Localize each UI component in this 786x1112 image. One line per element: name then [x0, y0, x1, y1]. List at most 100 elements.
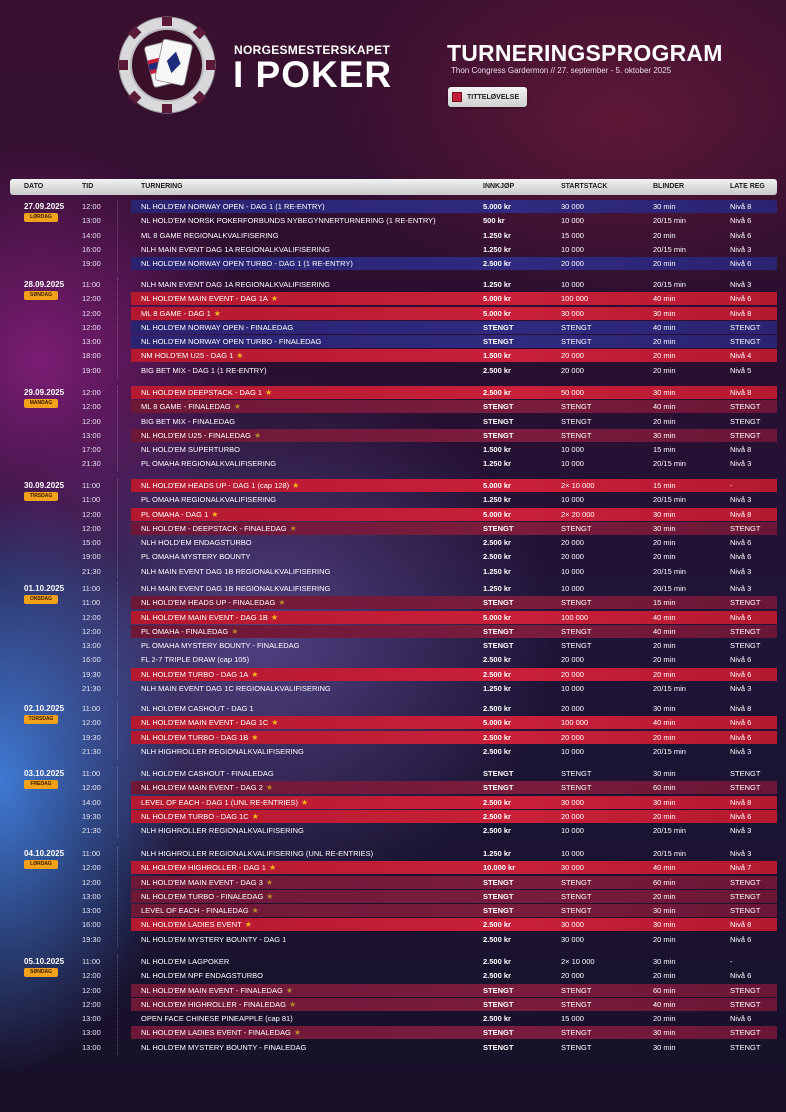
blinds-cell-text: 30 min [653, 523, 676, 533]
startstack-cell-text: STENGT [561, 1042, 592, 1052]
table-row: 21:30 NLH MAIN EVENT DAG 1C REGIONALKVALI… [0, 682, 786, 695]
tournament-cell: ML 8 GAME - DAG 1 ★ [141, 309, 221, 318]
blinds-cell: 40 min [653, 613, 676, 622]
late-reg-cell: Nivå 3 [730, 459, 751, 468]
tournament-cell-text: NL HOLD'EM NORWAY OPEN - DAG 1 (1 RE-ENT… [141, 202, 325, 211]
blinds-cell: 30 min [653, 309, 676, 318]
buyin-cell: 2.500 kr [483, 826, 511, 835]
table-row: 13:00 NL HOLD'EM NORWAY OPEN TURBO - FINA… [0, 335, 786, 348]
startstack-cell-text: 2× 10 000 [561, 957, 595, 966]
tournament-cell-text: NL HOLD'EM LADIES EVENT [141, 920, 242, 930]
late-reg-cell-text: Nivå 6 [730, 230, 752, 240]
buyin-cell: 5.000 kr [483, 510, 511, 519]
tournament-cell: NL HOLD'EM U25 - FINALEDAG ★ [141, 431, 261, 440]
startstack-cell: STENGT [561, 323, 591, 332]
buyin-cell: 2.500 kr [483, 747, 511, 756]
blinds-cell: 40 min [653, 323, 676, 332]
table-row: 12:00 NL HOLD'EM MAIN EVENT - DAG 3 ★ STENG… [0, 875, 786, 889]
startstack-cell: STENGT [561, 769, 591, 778]
blinds-cell-text: 30 min [653, 957, 676, 966]
startstack-cell-text: 20 000 [561, 365, 584, 375]
tournament-cell-text: NL HOLD'EM HIGHROLLER - FINALEDAG [141, 999, 286, 1009]
time-cell-text: 11:00 [82, 957, 101, 966]
buyin-cell-text: 2.500 kr [483, 365, 511, 375]
time-cell: 16:00 [82, 245, 101, 254]
time-cell-text: 12:00 [82, 783, 101, 793]
table-row: 21:30 PL OMAHA REGIONALKVALIFISERING 1.250… [0, 457, 786, 470]
tournament-cell-text: PL OMAHA - FINALEDAG [141, 626, 229, 636]
late-reg-cell: Nivå 6 [730, 259, 751, 268]
table-row: 16:00 NLH MAIN EVENT DAG 1A REGIONALKVALI… [0, 243, 786, 256]
startstack-cell-text: 100 000 [561, 294, 589, 304]
time-cell: 14:00 [82, 231, 101, 240]
time-cell: 14:00 [82, 798, 101, 807]
time-cell-text: 11:00 [82, 849, 101, 858]
buyin-cell-text: STENGT [483, 322, 514, 332]
table-row: 16:00 FL 2-7 TRIPLE DRAW (cap 105) 2.500 k… [0, 653, 786, 666]
startstack-cell: 20 000 [561, 259, 584, 268]
startstack-cell: 10 000 [561, 584, 584, 593]
tournament-cell: NL HOLD'EM NORWAY OPEN - DAG 1 (1 RE-ENT… [141, 202, 325, 211]
late-reg-cell-text: Nivå 8 [730, 797, 752, 807]
blinds-cell-text: 30 min [653, 1028, 676, 1038]
star-icon: ★ [231, 626, 239, 636]
blinds-cell-text: 40 min [653, 322, 676, 332]
tournament-cell-text: NLH MAIN EVENT DAG 1A REGIONALKVALIFISER… [141, 244, 330, 254]
blinds-cell-text: 20 min [653, 811, 676, 821]
buyin-cell: 2.500 kr [483, 388, 511, 397]
tournament-cell: PL OMAHA - FINALEDAG ★ [141, 627, 238, 636]
startstack-cell: STENGT [561, 337, 591, 346]
late-reg-cell-text: Nivå 3 [730, 826, 752, 835]
time-cell: 12:00 [82, 718, 101, 727]
time-cell: 11:00 [82, 769, 100, 778]
startstack-cell: 30 000 [561, 863, 584, 872]
late-reg-cell-text: Nivå 5 [730, 365, 752, 375]
late-reg-cell-text: Nivå 3 [730, 280, 752, 289]
star-icon: ★ [211, 509, 219, 519]
buyin-cell-text: 5.000 kr [483, 308, 511, 318]
late-reg-cell-text: Nivå 6 [730, 612, 752, 622]
time-cell: 12:00 [82, 986, 101, 995]
late-reg-cell: Nivå 3 [730, 280, 751, 289]
buyin-cell-text: 2.500 kr [483, 920, 511, 930]
startstack-cell: STENGT [561, 1000, 591, 1009]
startstack-cell: STENGT [561, 641, 591, 650]
time-cell: 12:00 [82, 613, 101, 622]
blinds-cell: 20 min [653, 655, 676, 664]
buyin-cell-text: STENGT [483, 999, 514, 1009]
buyin-cell: 2.500 kr [483, 655, 511, 664]
late-reg-cell: Nivå 8 [730, 798, 751, 807]
late-reg-cell: Nivå 3 [730, 584, 751, 593]
startstack-cell: 20 000 [561, 655, 584, 664]
buyin-cell: 1.250 kr [483, 245, 511, 254]
time-cell: 12:00 [82, 402, 101, 411]
buyin-cell-text: 2.500 kr [483, 1014, 511, 1023]
buyin-cell-text: 2.500 kr [483, 971, 511, 981]
tournament-cell-text: ML 8 GAME - DAG 1 [141, 308, 211, 318]
row-highlight [131, 507, 777, 521]
startstack-cell: 30 000 [561, 798, 584, 807]
time-cell: 13:00 [82, 641, 101, 650]
time-cell-text: 21:30 [82, 459, 101, 469]
table-row: 13:00 NL HOLD'EM TURBO - FINALEDAG ★ STENGT… [0, 889, 786, 903]
col-blinder: BLINDER [653, 183, 685, 190]
time-cell-text: 13:00 [82, 906, 101, 915]
startstack-cell-text: 10 000 [561, 445, 584, 454]
startstack-cell: STENGT [561, 431, 591, 440]
buyin-cell: 1.250 kr [483, 459, 511, 468]
late-reg-cell-text: STENGT [730, 416, 761, 426]
time-cell: 12:00 [82, 294, 101, 303]
late-reg-cell: Nivå 6 [730, 733, 751, 742]
startstack-cell: STENGT [561, 986, 591, 995]
buyin-cell: STENGT [483, 641, 513, 650]
buyin-cell: 5.000 kr [483, 481, 511, 490]
tournament-cell-text: NL HOLD'EM TURBO - DAG 1A [141, 669, 249, 679]
red-swatch-icon [452, 92, 462, 102]
table-row: 12:00 NL HOLD'EM MAIN EVENT - DAG 2 ★ STENG… [0, 781, 786, 795]
blinds-cell-text: 20/15 min [653, 280, 686, 289]
buyin-cell-text: STENGT [483, 985, 514, 995]
table-row: 19:30 NL HOLD'EM TURBO - DAG 1C ★ 2.500 kr 2… [0, 809, 786, 823]
buyin-cell-text: 2.500 kr [483, 811, 511, 821]
blinds-cell-text: 15 min [653, 445, 676, 454]
table-row: 12:00 PL OMAHA - DAG 1 ★ 5.000 kr 2× 20 000 3… [0, 507, 786, 521]
